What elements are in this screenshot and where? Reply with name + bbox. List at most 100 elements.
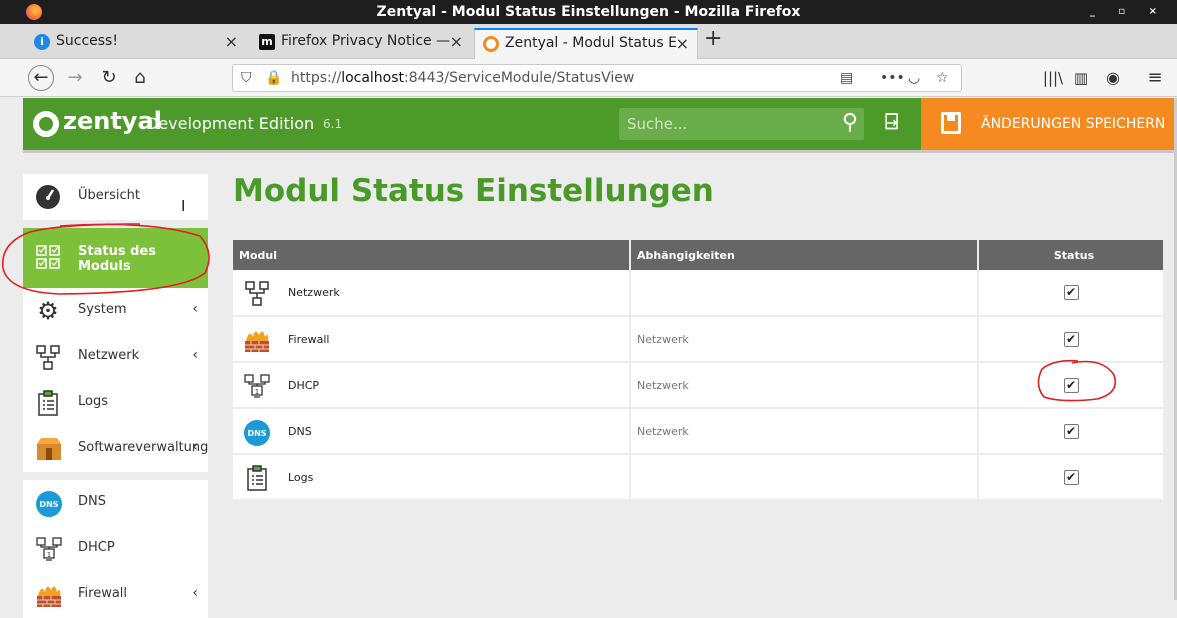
lock-warning-icon[interactable]: 🔒 bbox=[265, 65, 282, 91]
shield-icon[interactable]: ⛉ bbox=[241, 65, 252, 91]
sidebar-item-dhcp[interactable]: 1 DHCP bbox=[23, 526, 208, 572]
dependencies-cell: Netzwerk bbox=[630, 316, 979, 363]
svg-text:DNS: DNS bbox=[247, 429, 266, 438]
module-name: Firewall bbox=[288, 332, 330, 346]
window-title: Zentyal - Modul Status Einstellungen - M… bbox=[376, 4, 801, 20]
tab-label: Success! bbox=[56, 33, 118, 49]
module-name: Logs bbox=[288, 470, 314, 484]
column-header-abhaengigkeiten: Abhängigkeiten bbox=[630, 240, 979, 270]
forward-button[interactable]: → bbox=[62, 65, 88, 91]
svg-text:DNS: DNS bbox=[39, 500, 58, 509]
module-cell: Firewall bbox=[233, 316, 631, 363]
tab-label: Zentyal - Modul Status E bbox=[505, 35, 677, 51]
logout-icon[interactable]: ⍈ bbox=[885, 110, 898, 135]
library-icon[interactable]: |||\ bbox=[1040, 65, 1066, 91]
tab-privacy-notice[interactable]: m Firefox Privacy Notice — × bbox=[251, 28, 471, 59]
account-icon[interactable]: ◉ bbox=[1100, 65, 1126, 91]
app-header: zentyal Development Edition 6.1 ⚲ ⍈ ÄNDE… bbox=[23, 98, 1177, 150]
dns-icon: DNS bbox=[243, 419, 271, 446]
sidebar-item-firewall[interactable]: Firewall ‹ bbox=[23, 572, 208, 618]
sidebar-item-logs[interactable]: Logs bbox=[23, 380, 208, 426]
status-cell: ✔ bbox=[978, 362, 1165, 409]
mozilla-m-icon: m bbox=[259, 34, 275, 50]
sidebar-item-status-des-moduls[interactable]: Status des Moduls bbox=[23, 228, 208, 288]
version-label: 6.1 bbox=[323, 117, 343, 131]
status-checkbox[interactable]: ✔ bbox=[1063, 285, 1079, 300]
column-header-modul: Modul bbox=[233, 240, 631, 270]
save-changes-button[interactable]: ÄNDERUNGEN SPEICHERN bbox=[921, 98, 1177, 150]
status-checkbox[interactable]: ✔ bbox=[1063, 377, 1079, 393]
dns-icon: DNS bbox=[35, 490, 62, 517]
module-status-table: Modul Abhängigkeiten Status Netzwerk ✔ F… bbox=[233, 240, 1165, 501]
window-controls[interactable]: _ ▫ × bbox=[1090, 0, 1167, 24]
dependencies-cell bbox=[630, 270, 979, 317]
tab-success[interactable]: i Success! × bbox=[26, 28, 246, 59]
edition-label: Development Edition bbox=[146, 114, 315, 133]
mouse-cursor-ibeam: I bbox=[181, 197, 186, 215]
network-icon bbox=[35, 344, 61, 370]
sidebar-item-label: Status des Moduls bbox=[78, 244, 156, 274]
chevron-left-icon: ‹ bbox=[192, 301, 198, 317]
status-checkbox[interactable]: ✔ bbox=[1063, 469, 1079, 485]
pocket-icon[interactable]: ◡ bbox=[908, 65, 920, 91]
url-text[interactable]: https://localhost:8443/ServiceModule/Sta… bbox=[291, 65, 634, 91]
status-checkbox[interactable]: ✔ bbox=[1063, 331, 1079, 347]
sidebar-item-system[interactable]: ⚙ System ‹ bbox=[23, 288, 208, 334]
sidebar-item-label: DNS bbox=[78, 494, 106, 509]
dependencies-cell: Netzwerk bbox=[630, 362, 979, 409]
chevron-left-icon: ‹ bbox=[192, 347, 198, 363]
bookmark-star-icon[interactable]: ☆ bbox=[936, 65, 949, 91]
menu-hamburger-icon[interactable]: ≡ bbox=[1142, 65, 1168, 91]
table-row: Netzwerk ✔ bbox=[233, 270, 1165, 317]
search-icon[interactable]: ⚲ bbox=[842, 110, 858, 135]
table-row: Firewall Netzwerk ✔ bbox=[233, 316, 1165, 363]
sidebar-item-label: System bbox=[78, 302, 127, 317]
status-cell: ✔ bbox=[978, 454, 1165, 501]
sidebar-item-dns[interactable]: DNS DNS bbox=[23, 480, 208, 526]
status-checkbox[interactable]: ✔ bbox=[1063, 423, 1079, 439]
url-bar[interactable]: ⛉ 🔒 https://localhost:8443/ServiceModule… bbox=[232, 64, 962, 92]
status-cell: ✔ bbox=[978, 270, 1165, 317]
sidebar-item-softwareverwaltung[interactable]: Softwareverwaltung ‹ bbox=[23, 426, 208, 472]
zentyal-logo-icon[interactable] bbox=[33, 111, 59, 137]
page-actions-icon[interactable]: ••• bbox=[880, 65, 905, 91]
module-cell: Logs bbox=[233, 454, 631, 501]
module-cell: Netzwerk bbox=[233, 270, 631, 317]
sidebar-item-label: Softwareverwaltung bbox=[78, 440, 209, 455]
sidebar-toggle-icon[interactable]: ▥ bbox=[1068, 65, 1094, 91]
sidebar-item-label: Übersicht bbox=[78, 188, 140, 203]
save-disk-icon bbox=[941, 112, 961, 134]
gear-icon: ⚙ bbox=[37, 297, 59, 325]
window-titlebar: Zentyal - Modul Status Einstellungen - M… bbox=[0, 0, 1177, 24]
package-box-icon bbox=[35, 436, 61, 462]
tab-strip: i Success! × m Firefox Privacy Notice — … bbox=[0, 24, 1177, 59]
home-button[interactable]: ⌂ bbox=[127, 65, 153, 91]
new-tab-button[interactable]: + bbox=[704, 26, 722, 51]
search-box: ⚲ bbox=[619, 108, 864, 140]
close-icon[interactable]: × bbox=[225, 28, 238, 55]
firefox-logo-icon bbox=[26, 4, 42, 20]
sidebar-item-label: Netzwerk bbox=[78, 348, 140, 363]
svg-text:1: 1 bbox=[47, 551, 51, 559]
dependencies-cell: Netzwerk bbox=[630, 408, 979, 455]
module-name: DHCP bbox=[288, 378, 320, 392]
table-row: DNS DNS Netzwerk ✔ bbox=[233, 408, 1165, 455]
dhcp-icon: 1 bbox=[35, 536, 62, 562]
dashboard-gauge-icon bbox=[35, 184, 61, 210]
sidebar-item-netzwerk[interactable]: Netzwerk ‹ bbox=[23, 334, 208, 380]
tab-label: Firefox Privacy Notice — bbox=[281, 33, 451, 49]
status-cell: ✔ bbox=[978, 408, 1165, 455]
save-changes-label: ÄNDERUNGEN SPEICHERN bbox=[981, 116, 1166, 132]
module-name: DNS bbox=[288, 424, 312, 438]
back-button[interactable]: ← bbox=[28, 65, 54, 91]
close-icon[interactable]: × bbox=[450, 28, 463, 55]
reload-button[interactable]: ↻ bbox=[96, 65, 122, 91]
search-input[interactable] bbox=[619, 108, 829, 140]
zentyal-icon bbox=[483, 36, 499, 52]
column-header-status: Status bbox=[978, 240, 1165, 270]
close-icon[interactable]: × bbox=[676, 30, 689, 57]
svg-text:1: 1 bbox=[255, 388, 259, 396]
firewall-icon bbox=[243, 327, 271, 353]
tab-zentyal[interactable]: Zentyal - Modul Status E × bbox=[474, 28, 698, 59]
reader-view-icon[interactable]: ▤ bbox=[840, 65, 853, 91]
